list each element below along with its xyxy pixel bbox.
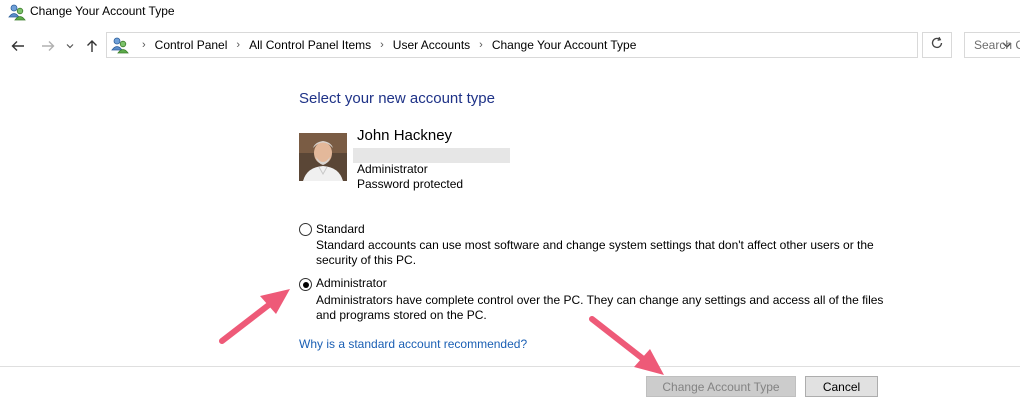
standard-description: Standard accounts can use most software … <box>316 238 874 267</box>
arrow-left-icon[interactable] <box>8 36 28 56</box>
arrow-right-icon[interactable] <box>38 36 58 56</box>
administrator-radio[interactable] <box>299 278 312 291</box>
standard-radio-label[interactable]: Standard <box>316 222 365 236</box>
standard-account-help-link[interactable]: Why is a standard account recommended? <box>299 337 527 351</box>
refresh-icon <box>930 36 944 55</box>
search-input[interactable]: Search C <box>964 32 1020 58</box>
administrator-radio-label[interactable]: Administrator <box>316 276 387 290</box>
chevron-right-icon[interactable]: › <box>380 39 384 51</box>
change-account-type-button[interactable]: Change Account Type <box>646 376 796 397</box>
title-bar: Change Your Account Type <box>0 0 1020 26</box>
account-type: Administrator <box>357 162 428 176</box>
page-title: Select your new account type <box>299 90 495 107</box>
breadcrumb-control-panel[interactable]: Control Panel <box>155 38 228 52</box>
cancel-button[interactable]: Cancel <box>805 376 878 397</box>
arrow-up-icon[interactable] <box>82 36 102 56</box>
user-accounts-icon <box>8 3 26 21</box>
standard-radio[interactable] <box>299 223 312 236</box>
chevron-right-icon[interactable]: › <box>142 39 146 51</box>
search-placeholder: Search C <box>974 38 1020 52</box>
account-name: John Hackney <box>357 127 453 144</box>
divider <box>0 366 1020 367</box>
chevron-right-icon[interactable]: › <box>236 39 240 51</box>
user-accounts-icon <box>111 36 129 54</box>
chevron-right-icon[interactable]: › <box>479 39 483 51</box>
breadcrumb-change-account-type[interactable]: Change Your Account Type <box>492 38 637 52</box>
breadcrumb-all-items[interactable]: All Control Panel Items <box>249 38 371 52</box>
address-bar[interactable]: › Control Panel › All Control Panel Item… <box>106 32 1012 58</box>
breadcrumb-user-accounts[interactable]: User Accounts <box>393 38 470 52</box>
refresh-button[interactable] <box>922 32 952 58</box>
avatar <box>299 133 347 181</box>
chevron-down-icon[interactable] <box>62 36 78 56</box>
administrator-description: Administrators have complete control ove… <box>316 293 884 322</box>
password-status: Password protected <box>357 177 464 191</box>
window-title: Change Your Account Type <box>30 4 175 18</box>
redacted-email <box>353 148 510 163</box>
navigation-bar: › Control Panel › All Control Panel Item… <box>0 28 1020 64</box>
annotation-arrow-administrator <box>219 289 290 344</box>
breadcrumb: › Control Panel › All Control Panel Item… <box>133 38 636 52</box>
